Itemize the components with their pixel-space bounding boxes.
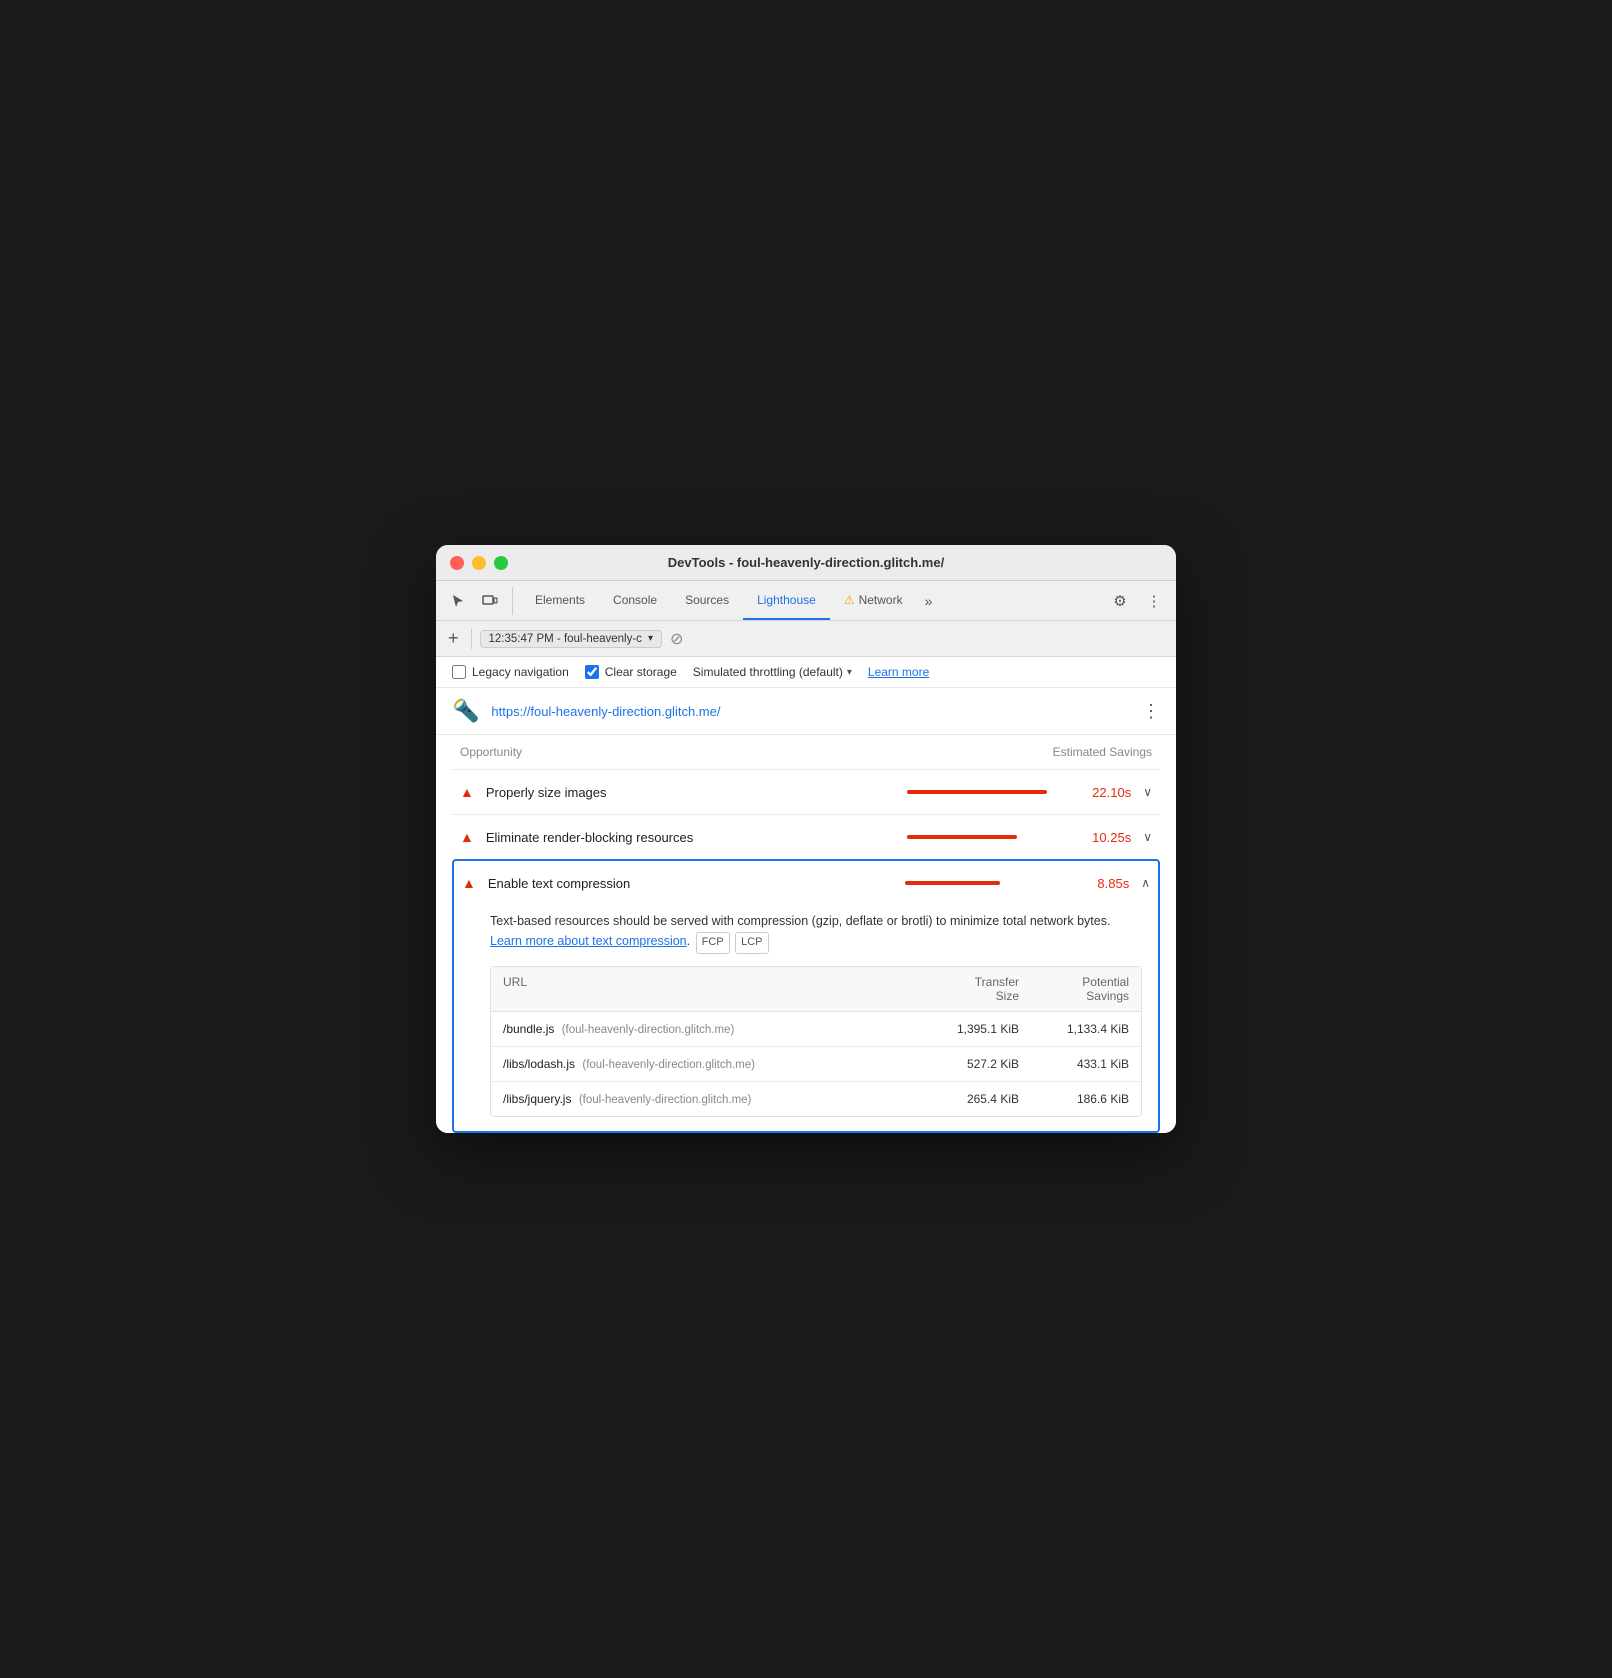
clear-storage-checkbox[interactable]: Clear storage [585, 665, 677, 679]
row-savings-2: 433.1 KiB [1019, 1057, 1129, 1071]
row-transfer-2: 527.2 KiB [909, 1057, 1019, 1071]
row-savings-3: 186.6 KiB [1019, 1092, 1129, 1106]
devtools-window: DevTools - foul-heavenly-direction.glitc… [436, 545, 1176, 1133]
tab-tools [444, 587, 513, 615]
row-transfer-1: 1,395.1 KiB [909, 1022, 1019, 1036]
opp-expand-icon-2[interactable]: ∨ [1143, 830, 1152, 844]
expanded-description: Text-based resources should be served wi… [490, 911, 1142, 954]
no-entry-icon[interactable]: ⊘ [670, 629, 683, 649]
opp-expand-icon-1[interactable]: ∨ [1143, 785, 1152, 799]
throttle-label: Simulated throttling (default) [693, 665, 843, 679]
timestamp-text: 12:35:47 PM - foul-heavenly-c [489, 633, 642, 645]
opp-row-properly-size-images[interactable]: ▲ Properly size images 22.10s ∨ [452, 769, 1160, 814]
row-transfer-3: 265.4 KiB [909, 1092, 1019, 1106]
clear-storage-label: Clear storage [605, 665, 677, 679]
opp-title-1: Properly size images [486, 785, 895, 800]
lighthouse-logo-icon: 🔦 [452, 698, 479, 724]
tab-network[interactable]: ⚠ Network [830, 581, 917, 620]
opp-title-2: Eliminate render-blocking resources [486, 830, 895, 845]
opp-bar-2 [907, 835, 1017, 839]
add-session-button[interactable]: + [444, 628, 463, 649]
tab-console[interactable]: Console [599, 581, 671, 620]
clear-storage-input[interactable] [585, 665, 599, 679]
opp-title-3: Enable text compression [488, 876, 893, 891]
minimize-button[interactable] [472, 556, 486, 570]
legacy-nav-label: Legacy navigation [472, 665, 569, 679]
tab-bar: Elements Console Sources Lighthouse ⚠ Ne… [436, 581, 1176, 621]
opp-savings-3: 8.85s [1077, 876, 1129, 891]
opp-bar-container-2 [907, 835, 1067, 839]
timestamp-chip[interactable]: 12:35:47 PM - foul-heavenly-c ▾ [480, 630, 662, 648]
opp-bar-container-1 [907, 790, 1067, 794]
table-row: /libs/jquery.js (foul-heavenly-direction… [491, 1082, 1141, 1116]
row-url-2: /libs/lodash.js (foul-heavenly-direction… [503, 1057, 909, 1071]
device-toolbar-icon[interactable] [476, 587, 504, 615]
tab-more-button[interactable]: » [917, 593, 941, 609]
row-savings-1: 1,133.4 KiB [1019, 1022, 1129, 1036]
expanded-content: Text-based resources should be served wi… [462, 903, 1150, 1117]
tab-elements[interactable]: Elements [521, 581, 599, 620]
network-warn-icon: ⚠ [844, 593, 855, 607]
window-title: DevTools - foul-heavenly-direction.glitc… [668, 555, 944, 570]
traffic-lights [450, 556, 508, 570]
opp-bar-3 [905, 881, 1000, 885]
page-url: https://foul-heavenly-direction.glitch.m… [491, 704, 1130, 719]
opportunities-section: Opportunity Estimated Savings ▲ Properly… [436, 735, 1176, 1133]
table-row: /libs/lodash.js (foul-heavenly-direction… [491, 1047, 1141, 1082]
learn-more-text-compression-link[interactable]: Learn more about text compression [490, 934, 687, 948]
throttle-select[interactable]: Simulated throttling (default) ▾ [693, 665, 852, 679]
tab-sources[interactable]: Sources [671, 581, 743, 620]
legacy-nav-input[interactable] [452, 665, 466, 679]
header-savings: Estimated Savings [1053, 745, 1152, 759]
opp-collapse-icon-3[interactable]: ∧ [1141, 876, 1150, 890]
learn-more-link[interactable]: Learn more [868, 665, 929, 679]
maximize-button[interactable] [494, 556, 508, 570]
opp-bar-container-3 [905, 881, 1065, 885]
row-url-3: /libs/jquery.js (foul-heavenly-direction… [503, 1092, 909, 1106]
cursor-tool-icon[interactable] [444, 587, 472, 615]
opportunities-header: Opportunity Estimated Savings [452, 735, 1160, 769]
chevron-down-icon: ▾ [648, 633, 653, 644]
close-button[interactable] [450, 556, 464, 570]
settings-icon[interactable]: ⚙ [1106, 587, 1134, 615]
tab-right-icons: ⚙ ⋮ [1106, 587, 1168, 615]
table-header-row: URL TransferSize PotentialSavings [491, 967, 1141, 1012]
fcp-badge: FCP [696, 932, 730, 954]
tabs: Elements Console Sources Lighthouse ⚠ Ne… [521, 581, 1106, 620]
more-options-icon[interactable]: ⋮ [1140, 587, 1168, 615]
url-more-options-icon[interactable]: ⋮ [1142, 701, 1160, 722]
col-header-url: URL [503, 975, 909, 1003]
legacy-nav-checkbox[interactable]: Legacy navigation [452, 665, 569, 679]
opp-bar-1 [907, 790, 1047, 794]
options-bar: Legacy navigation Clear storage Simulate… [436, 657, 1176, 688]
title-bar: DevTools - foul-heavenly-direction.glitc… [436, 545, 1176, 581]
warning-icon-2: ▲ [460, 829, 474, 845]
table-row: /bundle.js (foul-heavenly-direction.glit… [491, 1012, 1141, 1047]
secondary-bar: + 12:35:47 PM - foul-heavenly-c ▾ ⊘ [436, 621, 1176, 657]
url-row: 🔦 https://foul-heavenly-direction.glitch… [436, 688, 1176, 735]
col-header-transfer: TransferSize [909, 975, 1019, 1003]
opp-savings-1: 22.10s [1079, 785, 1131, 800]
resource-table: URL TransferSize PotentialSavings /bundl… [490, 966, 1142, 1117]
row-url-1: /bundle.js (foul-heavenly-direction.glit… [503, 1022, 909, 1036]
opp-row-enable-text-compression[interactable]: ▲ Enable text compression 8.85s ∧ Text-b… [452, 859, 1160, 1133]
separator [471, 629, 472, 649]
devtools-body: Elements Console Sources Lighthouse ⚠ Ne… [436, 581, 1176, 1133]
throttle-chevron-icon: ▾ [847, 667, 852, 678]
col-header-savings: PotentialSavings [1019, 975, 1129, 1003]
opp-savings-2: 10.25s [1079, 830, 1131, 845]
opp-row-eliminate-render-blocking[interactable]: ▲ Eliminate render-blocking resources 10… [452, 814, 1160, 859]
tab-lighthouse[interactable]: Lighthouse [743, 581, 830, 620]
lcp-badge: LCP [735, 932, 768, 954]
header-opportunity: Opportunity [460, 745, 522, 759]
warning-icon-1: ▲ [460, 784, 474, 800]
warning-icon-3: ▲ [462, 875, 476, 891]
